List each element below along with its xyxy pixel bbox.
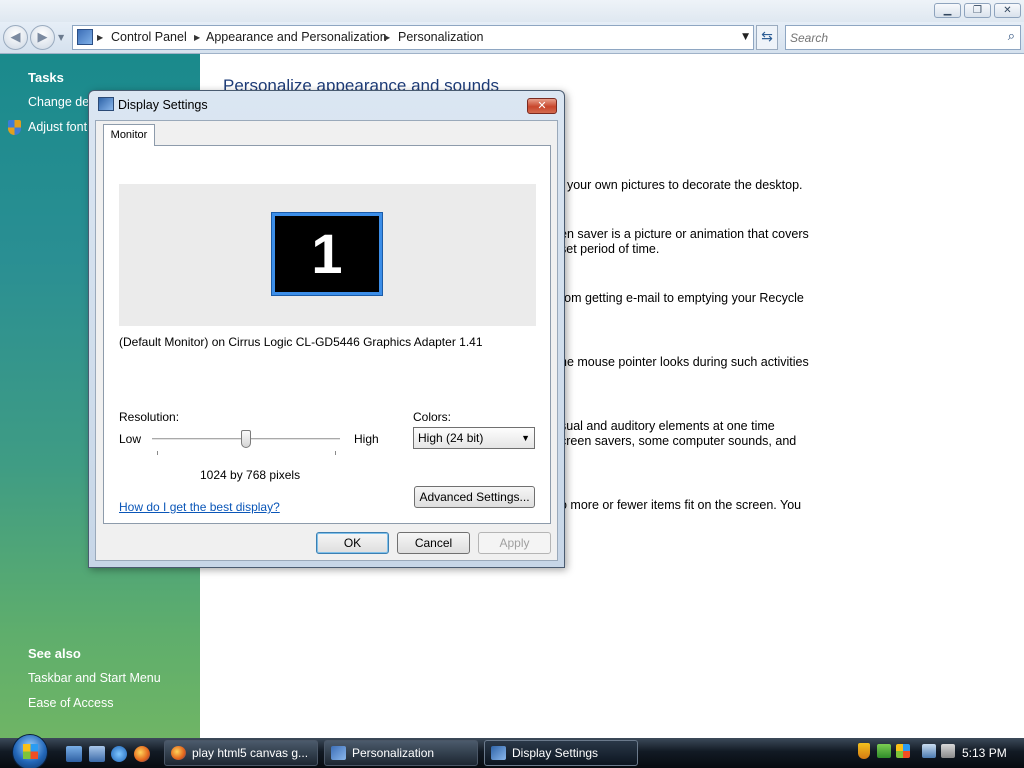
description-line: creen savers, some computer sounds, and [560, 434, 797, 448]
resolution-slider-thumb[interactable] [241, 430, 251, 448]
show-desktop-icon[interactable] [66, 746, 82, 762]
control-panel-icon [77, 29, 93, 45]
recent-pages-dropdown[interactable]: ▼ [58, 28, 68, 48]
tasks-heading: Tasks [28, 70, 64, 85]
monitor-1-tile[interactable]: 1 [271, 212, 383, 296]
mouse-pointers-description: he mouse pointer looks during such activ… [560, 355, 809, 370]
slider-tick [335, 451, 336, 455]
firefox-icon [171, 746, 186, 760]
see-also-ease-of-access-link[interactable]: Ease of Access [28, 696, 113, 710]
minimize-button[interactable]: ▁ [934, 3, 961, 18]
close-window-button[interactable]: ✕ [994, 3, 1021, 18]
breadcrumb-separator-icon[interactable]: ▶ [194, 26, 200, 49]
address-box[interactable]: ▶ Control Panel ▶ Appearance and Persona… [72, 25, 754, 50]
slider-tick [157, 451, 158, 455]
colors-value: High (24 bit) [418, 431, 484, 445]
monitor-description: (Default Monitor) on Cirrus Logic CL-GD5… [119, 335, 483, 349]
volume-muted-icon[interactable] [941, 744, 955, 758]
display-settings-description: o more or fewer items fit on the screen.… [560, 498, 801, 513]
update-icon[interactable] [877, 744, 891, 758]
security-shield-icon[interactable] [858, 743, 870, 759]
ok-button[interactable]: OK [316, 532, 389, 554]
colors-dropdown[interactable]: High (24 bit) ▼ [413, 427, 535, 449]
description-line: set period of time. [560, 242, 660, 256]
resolution-low-label: Low [119, 432, 142, 446]
restore-icon: ❐ [973, 5, 982, 16]
description-line: en saver is a picture or animation that … [560, 227, 809, 241]
chevron-down-icon: ▼ [521, 433, 530, 443]
apply-button[interactable]: Apply [478, 532, 551, 554]
cancel-button[interactable]: Cancel [397, 532, 470, 554]
monitor-preview-area: 1 [119, 184, 536, 326]
best-display-help-link[interactable]: How do I get the best display? [119, 500, 280, 514]
advanced-settings-button[interactable]: Advanced Settings... [414, 486, 535, 508]
sounds-description: rom getting e-mail to emptying your Recy… [560, 291, 804, 306]
windows-logo-icon [23, 744, 38, 759]
resolution-label: Resolution: [119, 410, 180, 424]
task-link-adjust-font-size[interactable]: Adjust font [28, 120, 87, 134]
see-also-heading: See also [28, 646, 81, 661]
internet-explorer-icon[interactable] [111, 746, 127, 762]
maximize-button[interactable]: ❐ [964, 3, 991, 18]
address-toolbar: ◀ ▶ ▼ ▶ Control Panel ▶ Appearance and P… [0, 22, 1024, 54]
refresh-button[interactable]: ⇆ [756, 25, 778, 50]
search-input[interactable] [790, 29, 990, 46]
clock[interactable]: 5:13 PM [962, 738, 1007, 768]
refresh-icon: ⇆ [761, 29, 773, 45]
start-button[interactable] [12, 734, 48, 768]
search-box[interactable]: ⌕ [785, 25, 1021, 50]
taskbar-item-label: Personalization [352, 746, 435, 760]
display-settings-dialog: Display Settings ✕ Monitor 1 (Default Mo… [88, 90, 565, 568]
tab-monitor[interactable]: Monitor [103, 124, 155, 146]
monitor-tab-panel: 1 (Default Monitor) on Cirrus Logic CL-G… [103, 145, 551, 524]
taskbar-item-label: Display Settings [512, 746, 599, 760]
forward-button[interactable]: ▶ [30, 25, 55, 50]
taskbar: play html5 canvas g... Personalization D… [0, 734, 1024, 768]
resolution-high-label: High [354, 432, 379, 446]
description-line: rom getting e-mail to emptying your Recy… [560, 291, 804, 305]
dialog-title: Display Settings [118, 98, 208, 112]
firefox-icon[interactable] [134, 746, 150, 762]
forward-arrow-icon: ▶ [37, 30, 48, 45]
breadcrumb-personalization[interactable]: Personalization [398, 26, 483, 49]
uac-shield-icon [8, 120, 21, 135]
back-button[interactable]: ◀ [3, 25, 28, 50]
control-panel-icon [331, 746, 346, 760]
description-line: f your own pictures to decorate the desk… [560, 178, 803, 192]
address-dropdown-icon[interactable]: ▼ [742, 26, 749, 49]
breadcrumb-separator-icon[interactable]: ▶ [384, 26, 390, 49]
display-settings-icon [491, 746, 506, 760]
dialog-close-button[interactable]: ✕ [527, 98, 557, 114]
minimize-icon: ▁ [943, 5, 952, 16]
search-icon[interactable]: ⌕ [1008, 29, 1015, 44]
close-icon: ✕ [1003, 5, 1012, 16]
back-arrow-icon: ◀ [10, 30, 21, 45]
taskbar-item-personalization[interactable]: Personalization [324, 740, 478, 766]
description-line: o more or fewer items fit on the screen.… [560, 498, 802, 512]
breadcrumb-appearance[interactable]: Appearance and Personalization [206, 26, 387, 49]
description-line: he mouse pointer looks during such activ… [560, 355, 809, 369]
breadcrumb-separator-icon[interactable]: ▶ [97, 26, 103, 49]
colors-label: Colors: [413, 410, 452, 424]
taskbar-item-firefox[interactable]: play html5 canvas g... [164, 740, 318, 766]
close-icon: ✕ [537, 99, 547, 112]
network-icon[interactable] [922, 744, 936, 758]
window-titlebar: ▁ ❐ ✕ [0, 0, 1024, 22]
breadcrumb-control-panel[interactable]: Control Panel [111, 26, 187, 49]
resolution-value: 1024 by 768 pixels [200, 468, 301, 482]
display-settings-icon [98, 97, 114, 111]
task-link-change-desktop-icons[interactable]: Change des [28, 95, 95, 109]
see-also-taskbar-link[interactable]: Taskbar and Start Menu [28, 671, 161, 685]
taskbar-item-display-settings[interactable]: Display Settings [484, 740, 638, 766]
dialog-body: Monitor 1 (Default Monitor) on Cirrus Lo… [95, 120, 558, 561]
description-line: sual and auditory elements at one time [560, 419, 775, 433]
switch-windows-icon[interactable] [89, 746, 105, 762]
desktop-background-description: f your own pictures to decorate the desk… [560, 178, 803, 193]
theme-description: sual and auditory elements at one time cr… [560, 419, 796, 449]
screen-saver-description: en saver is a picture or animation that … [560, 227, 809, 257]
windows-flag-icon[interactable] [896, 744, 910, 758]
taskbar-item-label: play html5 canvas g... [192, 746, 309, 760]
